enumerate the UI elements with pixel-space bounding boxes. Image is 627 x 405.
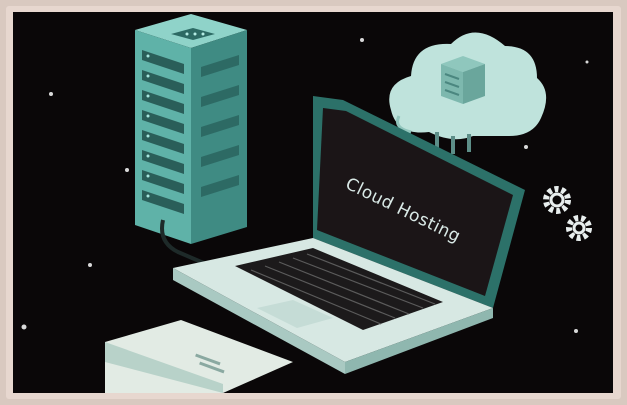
tablet-icon	[105, 320, 293, 393]
cloud-hosting-illustration: Cloud Hosting	[13, 12, 613, 393]
gear-icon	[543, 186, 592, 241]
server-icon	[135, 14, 247, 269]
illustration-svg	[21, 14, 592, 393]
